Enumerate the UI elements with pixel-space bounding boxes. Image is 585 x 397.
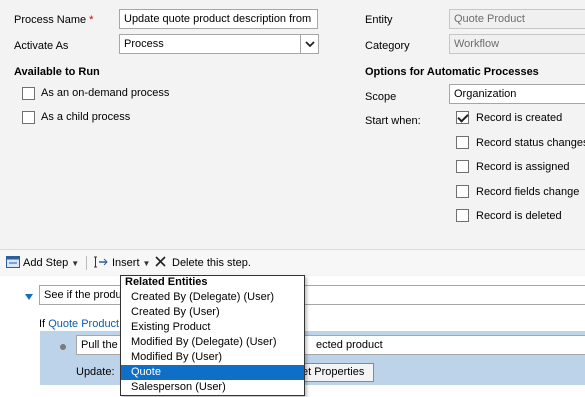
menu-item-salesperson[interactable]: Salesperson (User) [121, 380, 304, 395]
record-created-checkbox[interactable] [456, 111, 469, 124]
condition-link[interactable]: Quote Product [48, 318, 119, 330]
activate-as-value: Process [124, 38, 164, 50]
child-process-label: As a child process [41, 111, 131, 123]
menu-item-modified-by-delegate[interactable]: Modified By (Delegate) (User) [121, 335, 304, 350]
record-status-checkbox[interactable] [456, 136, 469, 149]
record-assigned-label: Record is assigned [476, 161, 570, 173]
scope-label: Scope [365, 91, 397, 103]
activate-as-select[interactable]: Process [119, 34, 319, 54]
collapse-triangle-icon[interactable] [25, 291, 33, 303]
delete-step-label: Delete this step. [172, 257, 251, 269]
category-field: Workflow [449, 34, 585, 54]
step-toolbar: Add Step ▼ Insert ▼ Delete this step. [0, 249, 585, 275]
on-demand-label: As an on-demand process [41, 87, 170, 99]
condition-if-text: If [39, 318, 46, 330]
add-step-button[interactable]: Add Step ▼ [6, 250, 79, 276]
automatic-options-heading: Options for Automatic Processes [365, 66, 539, 78]
set-properties-button[interactable]: et Properties [298, 363, 374, 382]
menu-item-quote[interactable]: Quote [121, 365, 304, 380]
process-name-input[interactable]: Update quote product description from [119, 9, 318, 29]
menu-item-created-by-delegate[interactable]: Created By (Delegate) (User) [121, 290, 304, 305]
add-step-caret-icon: ▼ [71, 258, 80, 268]
entity-field: Quote Product [449, 9, 585, 29]
record-created-label: Record is created [476, 112, 563, 124]
record-deleted-label: Record is deleted [476, 210, 562, 222]
action-text-end: ected product [316, 339, 383, 351]
condition-line: If Quote Product [39, 318, 119, 330]
insert-icon [93, 256, 109, 271]
required-indicator: * [89, 14, 94, 26]
scope-select[interactable]: Organization [449, 84, 585, 104]
record-fields-checkbox[interactable] [456, 185, 469, 198]
related-entities-menu: Related Entities Created By (Delegate) (… [120, 275, 305, 396]
action-text-start: Pull the [81, 339, 118, 351]
menu-item-created-by[interactable]: Created By (User) [121, 305, 304, 320]
chevron-down-icon[interactable] [300, 35, 318, 53]
delete-step-button[interactable]: Delete this step. [155, 250, 251, 276]
on-demand-checkbox[interactable] [22, 87, 35, 100]
record-fields-label: Record fields change [476, 186, 580, 198]
bullet-icon [60, 344, 66, 350]
toolbar-divider [86, 256, 87, 270]
insert-label: Insert [112, 257, 140, 269]
update-label: Update: [76, 366, 115, 378]
entity-label: Entity [365, 14, 393, 26]
record-deleted-checkbox[interactable] [456, 209, 469, 222]
available-to-run-heading: Available to Run [14, 66, 100, 78]
related-entities-header: Related Entities [125, 276, 208, 288]
start-when-label: Start when: [365, 115, 421, 127]
child-process-checkbox[interactable] [22, 111, 35, 124]
category-label: Category [365, 40, 410, 52]
add-step-label: Add Step [23, 257, 69, 269]
insert-caret-icon: ▼ [142, 258, 151, 268]
menu-item-existing-product[interactable]: Existing Product [121, 320, 304, 335]
activate-as-label: Activate As [14, 40, 69, 52]
record-assigned-checkbox[interactable] [456, 160, 469, 173]
menu-item-modified-by[interactable]: Modified By (User) [121, 350, 304, 365]
process-name-label: Process Name * [14, 14, 94, 26]
insert-button[interactable]: Insert ▼ [93, 250, 150, 276]
add-step-icon [6, 255, 20, 271]
close-icon [155, 256, 166, 270]
record-status-label: Record status changes [476, 137, 585, 149]
